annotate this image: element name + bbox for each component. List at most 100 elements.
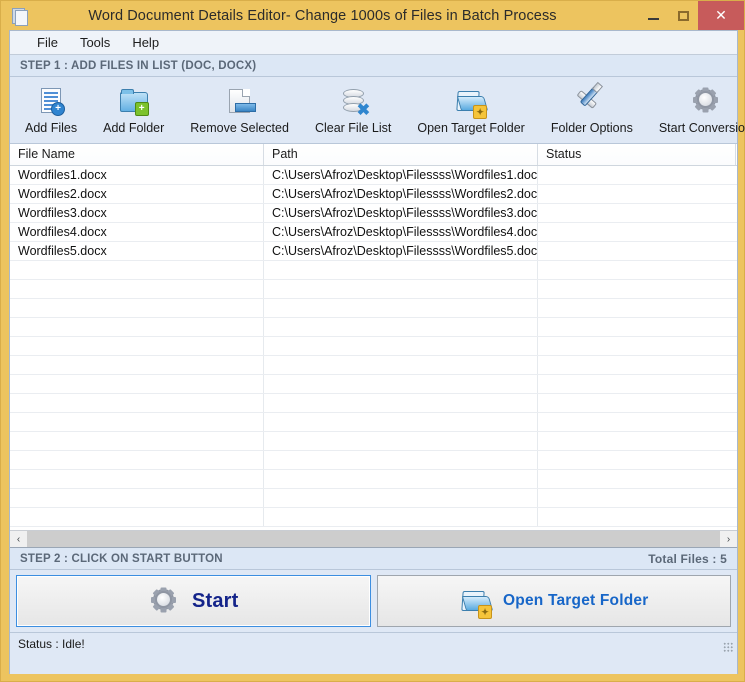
cell-path bbox=[264, 394, 538, 412]
open-target-folder-button[interactable]: ✦ Open Target Folder bbox=[376, 575, 731, 627]
cell-file-name: Wordfiles5.docx bbox=[10, 242, 264, 260]
cell-path bbox=[264, 375, 538, 393]
cell-file-name: Wordfiles3.docx bbox=[10, 204, 264, 222]
toolbar-label: Remove Selected bbox=[190, 121, 289, 135]
resize-grip-icon[interactable] bbox=[723, 642, 733, 652]
cell-path bbox=[264, 451, 538, 469]
tools-icon bbox=[575, 81, 609, 118]
cell-file-name bbox=[10, 470, 264, 488]
toolbar-button-start-conversion[interactable]: Start Conversion bbox=[649, 77, 745, 143]
gear-icon bbox=[148, 585, 182, 617]
toolbar-label: Add Files bbox=[25, 121, 78, 135]
cell-status bbox=[538, 413, 736, 431]
cell-status bbox=[538, 470, 736, 488]
cell-file-name bbox=[10, 299, 264, 317]
toolbar-button-folder-options[interactable]: Folder Options bbox=[541, 77, 643, 143]
step2-banner: STEP 2 : CLICK ON START BUTTON Total Fil… bbox=[10, 548, 737, 570]
step1-label: STEP 1 : ADD FILES IN LIST (DOC, DOCX) bbox=[20, 59, 257, 72]
toolbar-button-add-files[interactable]: + Add Files bbox=[15, 77, 87, 143]
menu-item-tools[interactable]: Tools bbox=[69, 33, 121, 52]
remove-selected-icon bbox=[223, 86, 257, 118]
toolbar-button-clear-file-list[interactable]: ✖ Clear File List bbox=[305, 77, 401, 143]
cell-status bbox=[538, 299, 736, 317]
clear-list-icon: ✖ bbox=[336, 86, 370, 119]
table-row-empty[interactable] bbox=[10, 356, 737, 375]
table-row-empty[interactable] bbox=[10, 337, 737, 356]
table-row[interactable]: Wordfiles2.docx C:\Users\Afroz\Desktop\Fi… bbox=[10, 185, 737, 204]
document-pages-icon bbox=[9, 5, 31, 27]
table-row-empty[interactable] bbox=[10, 318, 737, 337]
toolbar-label: Add Folder bbox=[103, 121, 165, 135]
cell-path bbox=[264, 318, 538, 336]
table-row[interactable]: Wordfiles3.docx C:\Users\Afroz\Desktop\Fi… bbox=[10, 204, 737, 223]
cell-status bbox=[538, 261, 736, 279]
add-file-icon: + bbox=[34, 86, 68, 118]
table-row-empty[interactable] bbox=[10, 261, 737, 280]
table-row-empty[interactable] bbox=[10, 394, 737, 413]
start-button[interactable]: Start bbox=[16, 575, 371, 627]
cell-status bbox=[538, 223, 736, 241]
total-files-count: Total Files : 5 bbox=[648, 551, 727, 566]
table-row[interactable]: Wordfiles4.docx C:\Users\Afroz\Desktop\Fi… bbox=[10, 223, 737, 242]
scrollbar-thumb[interactable] bbox=[27, 531, 720, 547]
table-row-empty[interactable] bbox=[10, 432, 737, 451]
close-button[interactable]: ✕ bbox=[698, 1, 744, 30]
scrollbar-track[interactable] bbox=[27, 531, 720, 547]
table-row[interactable]: Wordfiles1.docx C:\Users\Afroz\Desktop\Fi… bbox=[10, 166, 737, 185]
cell-file-name bbox=[10, 280, 264, 298]
cell-status bbox=[538, 451, 736, 469]
column-header-file-name[interactable]: File Name bbox=[10, 144, 264, 165]
menu-item-file[interactable]: File bbox=[26, 33, 69, 52]
table-row-empty[interactable] bbox=[10, 508, 737, 527]
status-text: Status : Idle! bbox=[18, 637, 85, 651]
cell-file-name bbox=[10, 394, 264, 412]
table-row-empty[interactable] bbox=[10, 413, 737, 432]
toolbar-button-add-folder[interactable]: + Add Folder bbox=[93, 77, 174, 143]
cell-path bbox=[264, 432, 538, 450]
toolbar-button-remove-selected[interactable]: Remove Selected bbox=[180, 77, 299, 143]
toolbar-label: Start Conversion bbox=[658, 121, 745, 135]
scroll-right-arrow-icon[interactable]: › bbox=[720, 531, 737, 547]
cell-file-name bbox=[10, 375, 264, 393]
table-row-empty[interactable] bbox=[10, 280, 737, 299]
minimize-button[interactable] bbox=[638, 1, 668, 30]
cell-status bbox=[538, 337, 736, 355]
column-header-status[interactable]: Status bbox=[538, 144, 736, 165]
file-list-body[interactable]: Wordfiles1.docx C:\Users\Afroz\Desktop\Fi… bbox=[10, 166, 737, 530]
cell-file-name: Wordfiles1.docx bbox=[10, 166, 264, 184]
action-button-row: Start ✦ Open Target Folder bbox=[10, 570, 737, 632]
scroll-left-arrow-icon[interactable]: ‹ bbox=[10, 531, 27, 547]
toolbar-label: Clear File List bbox=[314, 121, 392, 135]
cell-path bbox=[264, 489, 538, 507]
table-row-empty[interactable] bbox=[10, 489, 737, 508]
menu-item-help[interactable]: Help bbox=[121, 33, 170, 52]
cell-file-name: Wordfiles4.docx bbox=[10, 223, 264, 241]
cell-file-name bbox=[10, 432, 264, 450]
cell-file-name: Wordfiles2.docx bbox=[10, 185, 264, 203]
toolbar-button-open-target-folder[interactable]: ✦ Open Target Folder bbox=[407, 77, 534, 143]
maximize-button[interactable] bbox=[668, 1, 698, 30]
table-row[interactable]: Wordfiles5.docx C:\Users\Afroz\Desktop\Fi… bbox=[10, 242, 737, 261]
cell-status bbox=[538, 280, 736, 298]
horizontal-scrollbar[interactable]: ‹ › bbox=[10, 530, 737, 547]
table-row-empty[interactable] bbox=[10, 299, 737, 318]
menu-bar: File Tools Help bbox=[10, 31, 737, 55]
table-row-empty[interactable] bbox=[10, 470, 737, 489]
column-header-path[interactable]: Path bbox=[264, 144, 538, 165]
cell-status bbox=[538, 489, 736, 507]
window-controls: ✕ bbox=[638, 1, 744, 30]
cell-path: C:\Users\Afroz\Desktop\Filessss\Wordfile… bbox=[264, 166, 538, 184]
cell-path bbox=[264, 337, 538, 355]
file-list-header: File Name Path Status bbox=[10, 144, 737, 166]
cell-file-name bbox=[10, 489, 264, 507]
cell-path: C:\Users\Afroz\Desktop\Filessss\Wordfile… bbox=[264, 185, 538, 203]
open-folder-icon: ✦ bbox=[459, 585, 494, 619]
cell-file-name bbox=[10, 413, 264, 431]
cell-status bbox=[538, 356, 736, 374]
cell-path bbox=[264, 299, 538, 317]
cell-path: C:\Users\Afroz\Desktop\Filessss\Wordfile… bbox=[264, 242, 538, 260]
table-row-empty[interactable] bbox=[10, 451, 737, 470]
table-row-empty[interactable] bbox=[10, 375, 737, 394]
step2-label: STEP 2 : CLICK ON START BUTTON bbox=[20, 552, 223, 565]
cell-status bbox=[538, 375, 736, 393]
